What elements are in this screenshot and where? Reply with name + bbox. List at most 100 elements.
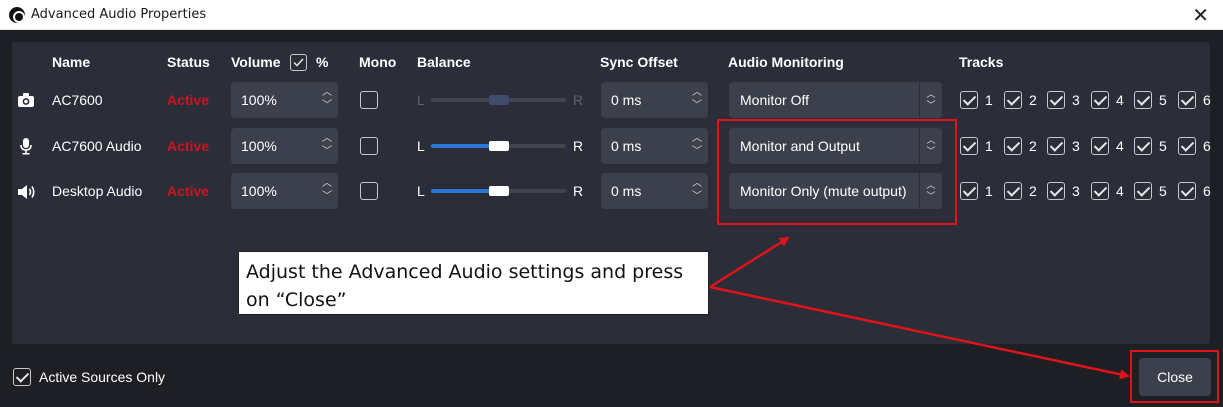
header-audio-monitoring: Audio Monitoring (728, 54, 844, 70)
spin-arrows-icon[interactable]: ︿ ﹀ (322, 177, 332, 203)
active-sources-only-checkbox[interactable] (13, 368, 31, 386)
sync-offset-spinbox[interactable]: 0 ms ︿ ﹀ (601, 128, 708, 164)
track-number-label: 5 (1159, 183, 1167, 199)
balance-right-label: R (573, 92, 584, 108)
callout-line-2: on “Close” (246, 289, 347, 311)
track-6-checkbox[interactable] (1178, 137, 1196, 155)
source-name: AC7600 (52, 92, 103, 108)
header-balance: Balance (417, 54, 471, 70)
balance-slider-handle[interactable] (489, 141, 509, 151)
track-3-checkbox[interactable] (1047, 182, 1065, 200)
track-6-checkbox[interactable] (1178, 91, 1196, 109)
source-name: Desktop Audio (52, 183, 143, 199)
balance-left-label: L (417, 183, 425, 199)
track-4-checkbox[interactable] (1091, 91, 1109, 109)
balance-left-label: L (417, 138, 425, 154)
track-number-label: 4 (1116, 183, 1124, 199)
volume-percent-checkbox[interactable] (290, 54, 307, 71)
title-bar: Advanced Audio Properties ✕ (0, 0, 1223, 30)
sync-offset-value: 0 ms (611, 183, 642, 199)
track-number-label: 2 (1029, 92, 1037, 108)
track-5-checkbox[interactable] (1134, 137, 1152, 155)
track-number-label: 3 (1072, 138, 1080, 154)
track-number-label: 1 (985, 92, 993, 108)
camera-icon (17, 92, 35, 110)
track-1-checkbox[interactable] (960, 137, 978, 155)
track-3-checkbox[interactable] (1047, 137, 1065, 155)
header-volume-unit: % (316, 54, 329, 70)
mono-checkbox[interactable] (360, 137, 378, 155)
highlight-monitoring-box (717, 119, 957, 225)
status-badge: Active (167, 92, 210, 108)
balance-right-label: R (573, 183, 584, 199)
sync-offset-spinbox[interactable]: 0 ms ︿ ﹀ (601, 173, 708, 209)
track-number-label: 1 (985, 138, 993, 154)
balance-left-label: L (417, 92, 425, 108)
source-name: AC7600 Audio (52, 138, 142, 154)
track-5-checkbox[interactable] (1134, 182, 1152, 200)
speaker-icon (17, 183, 35, 201)
track-1-checkbox[interactable] (960, 182, 978, 200)
header-sync-offset: Sync Offset (600, 54, 678, 70)
track-number-label: 5 (1159, 92, 1167, 108)
balance-slider-fill (431, 189, 495, 193)
track-number-label: 4 (1116, 138, 1124, 154)
sync-offset-value: 0 ms (611, 138, 642, 154)
track-6-checkbox[interactable] (1178, 182, 1196, 200)
check-icon (293, 58, 304, 67)
track-number-label: 6 (1203, 183, 1211, 199)
track-4-checkbox[interactable] (1091, 182, 1109, 200)
track-number-label: 6 (1203, 92, 1211, 108)
mono-checkbox[interactable] (360, 91, 378, 109)
track-4-checkbox[interactable] (1091, 137, 1109, 155)
track-2-checkbox[interactable] (1004, 137, 1022, 155)
monitoring-value: Monitor Off (740, 92, 809, 108)
header-mono: Mono (359, 54, 397, 70)
volume-value: 100% (241, 138, 277, 154)
track-number-label: 2 (1029, 138, 1037, 154)
track-3-checkbox[interactable] (1047, 91, 1065, 109)
balance-right-label: R (573, 138, 584, 154)
callout-line-1: Adjust the Advanced Audio settings and p… (246, 261, 684, 283)
header-name: Name (52, 54, 91, 70)
volume-value: 100% (241, 183, 277, 199)
volume-spinbox[interactable]: 100% ︿ ﹀ (231, 82, 338, 118)
spin-arrows-icon[interactable]: ︿ ﹀ (692, 177, 702, 203)
spin-arrows-icon[interactable]: ︿ ﹀ (692, 86, 702, 112)
header-volume: Volume (231, 54, 281, 70)
status-badge: Active (167, 183, 210, 199)
close-button[interactable]: Close (1139, 358, 1211, 396)
track-2-checkbox[interactable] (1004, 182, 1022, 200)
balance-slider-handle[interactable] (489, 95, 509, 105)
track-number-label: 4 (1116, 92, 1124, 108)
active-sources-only-label: Active Sources Only (39, 369, 166, 385)
volume-value: 100% (241, 92, 277, 108)
track-5-checkbox[interactable] (1134, 91, 1152, 109)
header-tracks: Tracks (959, 54, 1004, 70)
balance-slider-fill (431, 144, 495, 148)
track-number-label: 3 (1072, 92, 1080, 108)
spin-arrows-icon[interactable]: ︿ ﹀ (692, 132, 702, 158)
spin-arrows-icon[interactable]: ︿ ﹀ (322, 132, 332, 158)
microphone-icon (17, 137, 35, 155)
spin-arrows-icon[interactable]: ︿ ﹀ (322, 86, 332, 112)
dropdown-arrows-icon[interactable]: ︿ ﹀ (920, 82, 942, 118)
track-number-label: 1 (985, 183, 993, 199)
monitoring-dropdown[interactable]: Monitor Off ︿ ﹀ (729, 82, 942, 118)
window-title: Advanced Audio Properties (31, 7, 207, 22)
mono-checkbox[interactable] (360, 182, 378, 200)
obs-logo-icon (9, 7, 25, 23)
window-close-icon[interactable]: ✕ (1192, 3, 1209, 27)
track-number-label: 3 (1072, 183, 1080, 199)
header-status: Status (167, 54, 210, 70)
track-number-label: 2 (1029, 183, 1037, 199)
status-badge: Active (167, 138, 210, 154)
track-1-checkbox[interactable] (960, 91, 978, 109)
track-2-checkbox[interactable] (1004, 91, 1022, 109)
volume-spinbox[interactable]: 100% ︿ ﹀ (231, 128, 338, 164)
sync-offset-spinbox[interactable]: 0 ms ︿ ﹀ (601, 82, 708, 118)
track-number-label: 5 (1159, 138, 1167, 154)
instruction-callout: Adjust the Advanced Audio settings and p… (238, 251, 709, 315)
balance-slider-handle[interactable] (489, 186, 509, 196)
volume-spinbox[interactable]: 100% ︿ ﹀ (231, 173, 338, 209)
